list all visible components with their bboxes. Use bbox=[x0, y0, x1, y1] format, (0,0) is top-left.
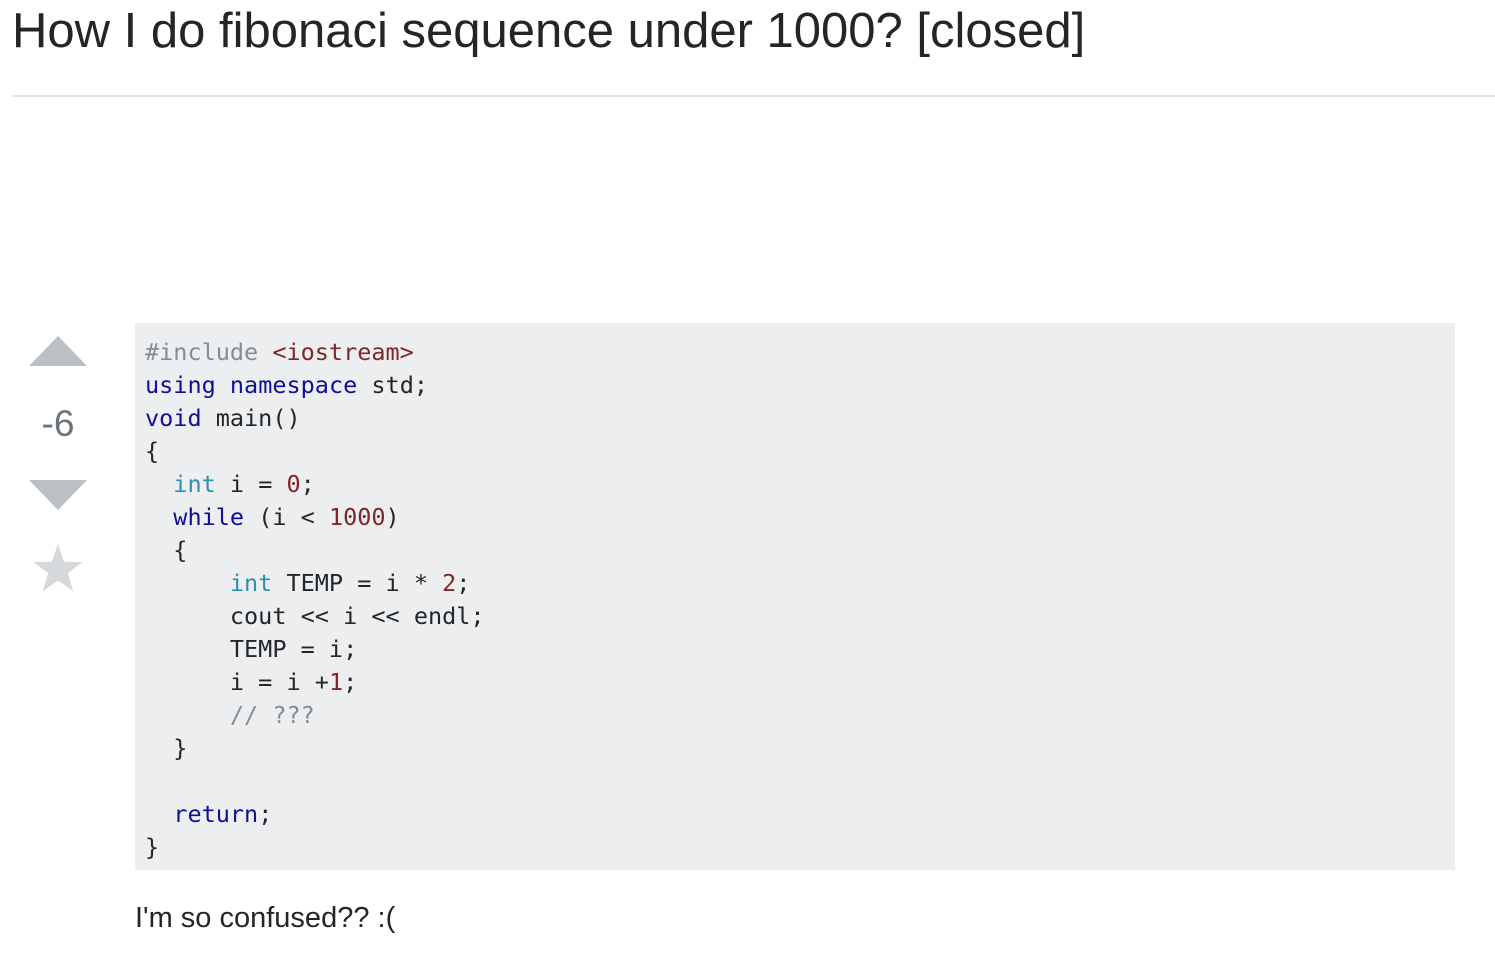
code-line: TEMP = i; bbox=[145, 633, 1445, 666]
code-token: ; bbox=[300, 470, 315, 498]
code-line: i = i +1; bbox=[145, 666, 1445, 699]
code-token: 1 bbox=[328, 668, 344, 696]
code-line: while (i < 1000) bbox=[145, 501, 1445, 534]
code-line: void main() bbox=[145, 402, 1445, 435]
code-token: } bbox=[145, 734, 188, 762]
arrow-up-icon bbox=[29, 336, 87, 366]
title-divider bbox=[12, 95, 1495, 97]
downvote-button[interactable] bbox=[28, 478, 88, 512]
code-line: { bbox=[145, 534, 1445, 567]
question-title: How I do fibonaci sequence under 1000? [… bbox=[12, 4, 1086, 58]
code-token: { bbox=[145, 536, 188, 564]
code-token: cout << i << endl; bbox=[145, 602, 485, 630]
code-token: #include bbox=[145, 338, 273, 366]
code-token: return bbox=[173, 800, 259, 828]
code-token: int bbox=[229, 569, 273, 597]
vote-count: -6 bbox=[41, 403, 75, 444]
code-block: #include <iostream> using namespace std; v… bbox=[135, 323, 1455, 870]
code-line: #include <iostream> bbox=[145, 336, 1445, 369]
code-token: 1000 bbox=[328, 503, 386, 531]
star-icon bbox=[33, 544, 83, 592]
code-line: int TEMP = i * 2; bbox=[145, 567, 1445, 600]
code-token: i = bbox=[215, 470, 287, 498]
code-token: // ??? bbox=[229, 701, 315, 729]
code-line: int i = 0; bbox=[145, 468, 1445, 501]
post-text: I'm so confused?? :( bbox=[135, 902, 396, 934]
code-token: namespace bbox=[229, 371, 358, 399]
code-token: ; bbox=[456, 569, 471, 597]
code-token: <iostream> bbox=[272, 338, 414, 366]
code-token: ) bbox=[385, 503, 400, 531]
code-line: using namespace std; bbox=[145, 369, 1445, 402]
code-line: return; bbox=[145, 798, 1445, 831]
code-line: // ??? bbox=[145, 699, 1445, 732]
code-token: using bbox=[145, 371, 216, 399]
code-line: { bbox=[145, 435, 1445, 468]
code-token: TEMP = i; bbox=[145, 635, 358, 663]
code-token: main() bbox=[201, 404, 301, 432]
code-token: { bbox=[145, 437, 160, 465]
arrow-down-icon bbox=[29, 480, 87, 510]
code-line: } bbox=[145, 732, 1445, 765]
code-token: void bbox=[145, 404, 202, 432]
code-token: ; bbox=[343, 668, 358, 696]
code-token: (i < bbox=[244, 503, 329, 531]
code-token: TEMP = i * bbox=[272, 569, 443, 597]
code-token: int bbox=[173, 470, 216, 498]
post-body: #include <iostream> using namespace std; v… bbox=[135, 323, 1455, 936]
code-token: ; bbox=[258, 800, 273, 828]
code-line: } bbox=[145, 831, 1445, 864]
bookmark-button[interactable] bbox=[31, 542, 85, 596]
code-token: std; bbox=[357, 371, 428, 399]
upvote-button[interactable] bbox=[28, 334, 88, 368]
code-token: while bbox=[173, 503, 245, 531]
code-token: } bbox=[145, 833, 160, 861]
code-token: 0 bbox=[286, 470, 301, 498]
code-token: i = i + bbox=[145, 668, 329, 696]
code-token: 2 bbox=[442, 569, 457, 597]
code-line: cout << i << endl; bbox=[145, 600, 1445, 633]
